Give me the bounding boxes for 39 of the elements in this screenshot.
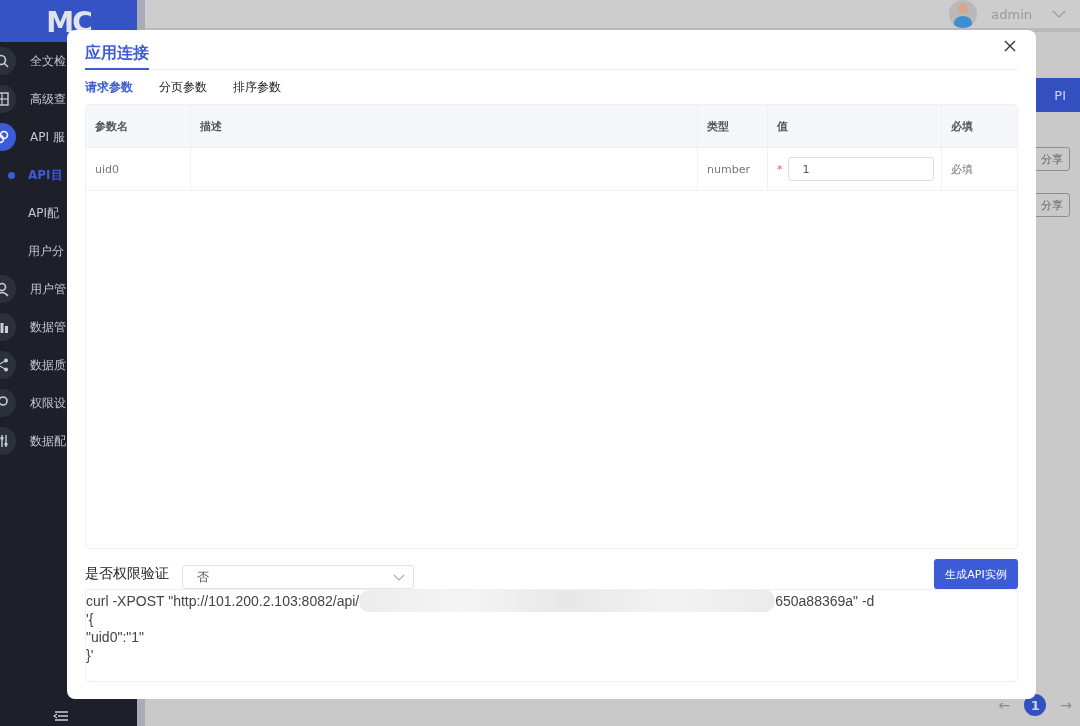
table-cell: uid0 bbox=[86, 148, 191, 190]
close-icon[interactable] bbox=[1004, 40, 1016, 52]
collapse-menu-icon[interactable] bbox=[52, 710, 69, 722]
column-header: 描述 bbox=[191, 105, 698, 147]
column-header: 值 bbox=[768, 105, 942, 147]
required-mark: * bbox=[777, 162, 783, 176]
chevron-down-icon[interactable] bbox=[1052, 10, 1066, 18]
sidebar-item[interactable]: 用户管 bbox=[30, 280, 66, 298]
sidebar-item[interactable]: 权限设 bbox=[30, 394, 66, 412]
page-number[interactable]: 1 bbox=[1024, 694, 1047, 716]
code-text: curl -XPOST "http://101.200.2.103:8082/api/ bbox=[86, 592, 360, 610]
column-header: 参数名 bbox=[86, 105, 191, 147]
table-cell: number bbox=[698, 148, 768, 190]
table-cell-text: 必填 bbox=[950, 161, 974, 178]
auth-select[interactable]: 否 bbox=[182, 565, 414, 589]
avatar-icon[interactable] bbox=[949, 0, 978, 28]
sidebar-item[interactable]: 数据配 bbox=[30, 432, 66, 450]
tab[interactable]: 分页参数 bbox=[159, 78, 207, 96]
sidebar-subitem[interactable]: 用户分 bbox=[28, 242, 64, 260]
tab[interactable]: 请求参数 bbox=[85, 78, 133, 96]
column-header: 类型 bbox=[698, 105, 768, 147]
logo: MC bbox=[46, 8, 91, 38]
generate-button[interactable]: 生成API实例 bbox=[934, 559, 1018, 589]
sidebar-item[interactable]: 全文检 bbox=[30, 52, 66, 70]
sidebar-item[interactable]: 数据管 bbox=[30, 318, 66, 336]
value-input[interactable]: 1 bbox=[787, 157, 934, 181]
sidebar-item[interactable]: 高级查 bbox=[30, 90, 66, 108]
sidebar-item[interactable]: 数据质 bbox=[30, 356, 66, 374]
column-header: 必填 bbox=[950, 118, 974, 135]
code-line: }' bbox=[86, 646, 95, 664]
code-line: '{ bbox=[86, 610, 95, 628]
sidebar-item[interactable]: API 服 bbox=[30, 128, 65, 146]
code-line: "uid0":"1" bbox=[86, 628, 146, 646]
tab[interactable]: 排序参数 bbox=[233, 78, 281, 96]
sidebar-subitem[interactable]: API配 bbox=[28, 204, 59, 222]
chevron-down-icon[interactable] bbox=[393, 573, 405, 581]
dialog-title: 应用连接 bbox=[85, 43, 149, 70]
field-label: 是否权限验证 bbox=[85, 565, 169, 583]
code-text: 650a88369a" -d bbox=[775, 592, 875, 610]
